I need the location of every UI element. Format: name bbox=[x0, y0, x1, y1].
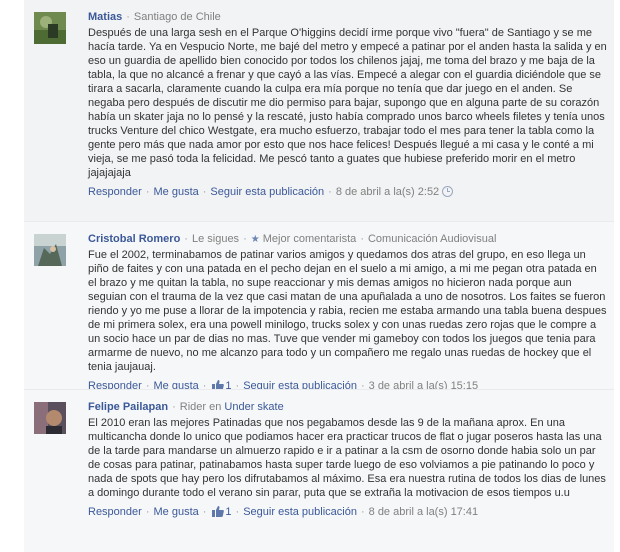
author-work-link[interactable]: Under skate bbox=[224, 401, 283, 413]
author-name[interactable]: Matias bbox=[88, 11, 122, 23]
thumbs-up-icon[interactable] bbox=[212, 506, 225, 517]
timestamp[interactable]: 8 de abril a la(s) 17:41 bbox=[369, 506, 478, 518]
author-name[interactable]: Cristobal Romero bbox=[88, 233, 180, 245]
author-location: Santiago de Chile bbox=[133, 11, 221, 23]
avatar[interactable] bbox=[34, 402, 66, 434]
following-status: Le sigues bbox=[191, 233, 240, 245]
avatar[interactable] bbox=[34, 234, 66, 266]
comment-header: Matias · Santiago de Chile bbox=[88, 11, 221, 23]
comment-actions: Responder · Me gusta · Seguir esta publicaci… bbox=[88, 185, 608, 199]
comment-text: Fue el 2002, terminabamos de patinar var… bbox=[88, 249, 607, 373]
reply-link[interactable]: Responder bbox=[88, 506, 142, 518]
comment-item: Matias · Santiago de Chile Después de una … bbox=[24, 0, 614, 222]
reply-link[interactable]: Responder bbox=[88, 186, 142, 198]
comment-actions: Responder · Me gusta · 1 · Seguir esta publica… bbox=[88, 506, 479, 518]
timestamp[interactable]: 8 de abril a la(s) 2:52 bbox=[336, 186, 439, 198]
comment-text: El 2010 eran las mejores Patinadas que n… bbox=[88, 417, 606, 499]
like-link[interactable]: Me gusta bbox=[154, 506, 199, 518]
comment-item: Felipe Pailapan · Rider en Under skate El … bbox=[24, 390, 614, 552]
avatar[interactable] bbox=[34, 12, 66, 44]
like-link[interactable]: Me gusta bbox=[154, 186, 199, 198]
clock-icon bbox=[442, 186, 454, 197]
star-icon: ★ bbox=[250, 234, 260, 245]
author-role: Rider en bbox=[179, 401, 222, 413]
follow-post-link[interactable]: Seguir esta publicación bbox=[243, 506, 357, 518]
like-count[interactable]: 1 bbox=[225, 506, 231, 518]
comment-header: Felipe Pailapan · Rider en Under skate bbox=[88, 401, 284, 413]
author-name[interactable]: Felipe Pailapan bbox=[88, 401, 168, 413]
author-work: Comunicación Audiovisual bbox=[367, 233, 497, 245]
comment-header: Cristobal Romero · Le sigues · ★ Mejor comen… bbox=[88, 233, 497, 245]
comment-text: Después de una larga sesh en el Parque O… bbox=[88, 27, 607, 179]
top-commenter-badge: Mejor comentarista bbox=[262, 233, 357, 245]
comment-item: Cristobal Romero · Le sigues · ★ Mejor comen… bbox=[24, 222, 614, 392]
follow-post-link[interactable]: Seguir esta publicación bbox=[210, 186, 324, 198]
